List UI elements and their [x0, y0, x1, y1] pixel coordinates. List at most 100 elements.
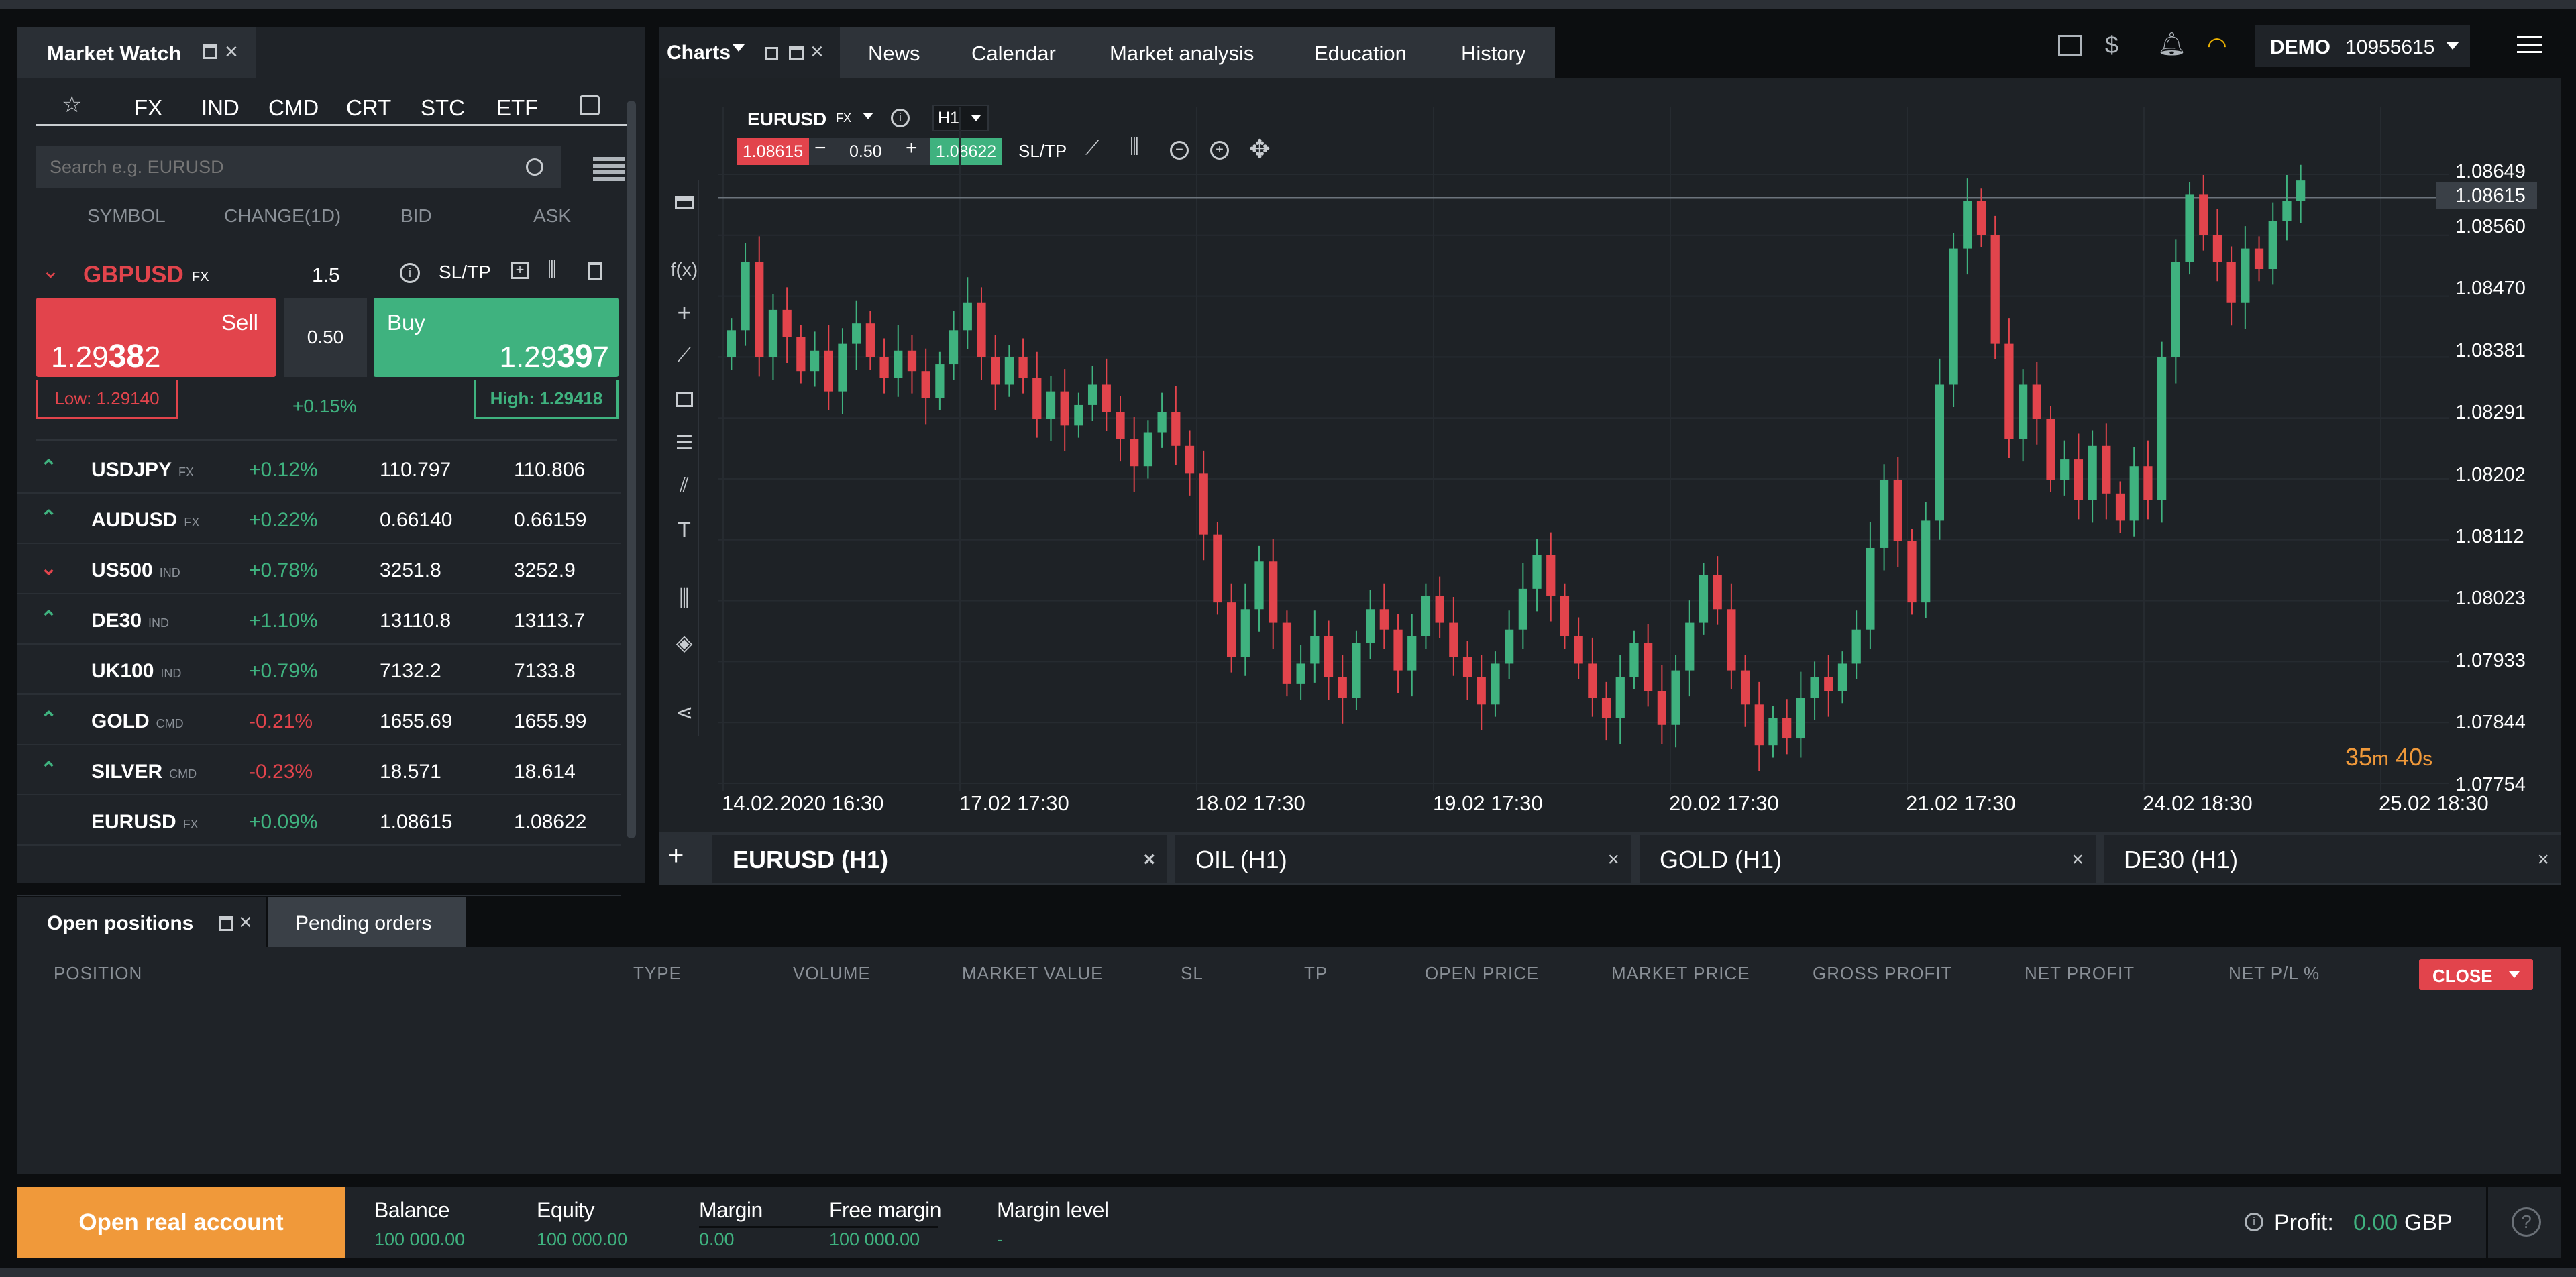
tab-market-analysis[interactable]: Market analysis — [1110, 27, 1254, 78]
chart-tab-eurusd[interactable]: EURUSD (H1) × — [712, 835, 1167, 883]
rectangle-icon[interactable] — [671, 386, 698, 413]
tab-fx[interactable]: FX — [134, 95, 162, 121]
crosshair-tool-icon[interactable]: + — [671, 298, 698, 326]
watchlist-row[interactable]: ⌄ US500 IND +0.78% 3251.8 3252.9 — [17, 545, 621, 594]
close-icon[interactable]: × — [239, 909, 252, 936]
close-all-button[interactable]: CLOSE — [2419, 959, 2533, 990]
close-icon[interactable]: × — [2537, 848, 2549, 871]
row-ask[interactable]: 110.806 — [514, 459, 585, 482]
charts-title[interactable]: Charts — [667, 42, 731, 64]
watchlist-row[interactable]: EURUSD FX +0.09% 1.08615 1.08622 — [17, 796, 621, 846]
tab-ind[interactable]: IND — [201, 95, 239, 121]
row-bid[interactable]: 1655.69 — [380, 710, 452, 733]
watchlist-row[interactable]: ⌃ USDJPY FX +0.12% 110.797 110.806 — [17, 444, 621, 494]
watchlist-row[interactable]: ⌃ GOLD CMD -0.21% 1655.69 1655.99 — [17, 696, 621, 745]
trade-icon[interactable]: $ — [2105, 31, 2118, 59]
collapse-chevron-icon[interactable]: ⌄ — [42, 258, 60, 283]
watchlist-row[interactable]: ⌃ DE30 IND +1.10% 13110.8 13113.7 — [17, 595, 621, 645]
charts-dropdown-icon[interactable] — [733, 44, 745, 52]
volume-input[interactable]: 0.50 — [284, 298, 367, 377]
chevron-up-icon[interactable]: ⌃ — [40, 758, 57, 781]
pending-orders-label[interactable]: Pending orders — [295, 912, 431, 935]
add-chart-button[interactable]: + — [668, 841, 684, 871]
watchlist-row[interactable]: ⌃ AUDUSD FX +0.22% 0.66140 0.66159 — [17, 494, 621, 544]
help-icon[interactable]: ? — [2512, 1207, 2541, 1237]
add-chart-icon[interactable]: + — [511, 262, 529, 279]
row-bid[interactable]: 110.797 — [380, 459, 451, 482]
pitchfork-icon[interactable]: ⫽ — [671, 472, 698, 499]
open-real-account-button[interactable]: Open real account — [17, 1187, 345, 1258]
featured-sltp[interactable]: SL/TP — [439, 262, 491, 283]
chart-tab-gold[interactable]: GOLD (H1) × — [1640, 835, 2096, 883]
search-icon[interactable] — [526, 158, 543, 176]
tab-education[interactable]: Education — [1314, 27, 1407, 78]
row-ask[interactable]: 1.08622 — [514, 811, 586, 834]
candles-icon[interactable]: ⫼ — [547, 259, 557, 282]
tab-cmd[interactable]: CMD — [268, 95, 319, 121]
chevron-up-icon[interactable]: ⌃ — [40, 607, 57, 630]
sell-button[interactable]: Sell 1.29382 — [36, 298, 276, 377]
chart-tab-oil[interactable]: OIL (H1) × — [1175, 835, 1631, 883]
tab-history[interactable]: History — [1461, 27, 1525, 78]
inbox-icon[interactable] — [580, 95, 600, 115]
cursor-tool-icon[interactable] — [671, 189, 698, 216]
star-icon[interactable]: ☆ — [62, 91, 82, 118]
row-bid[interactable]: 0.66140 — [380, 509, 452, 532]
tab-news[interactable]: News — [868, 27, 920, 78]
menu-icon[interactable] — [2517, 36, 2542, 54]
chart-tab-de30[interactable]: DE30 (H1) × — [2104, 835, 2561, 883]
open-positions-label[interactable]: Open positions — [47, 912, 193, 935]
popout-icon[interactable] — [765, 47, 778, 60]
maximize-icon[interactable] — [219, 916, 233, 931]
close-icon[interactable]: × — [2072, 848, 2084, 871]
row-bid[interactable]: 13110.8 — [380, 610, 451, 632]
row-ask[interactable]: 13113.7 — [514, 610, 585, 632]
close-icon[interactable]: × — [1607, 848, 1619, 871]
fibonacci-icon[interactable]: ☰ — [671, 429, 698, 456]
search-input[interactable] — [36, 146, 561, 188]
tab-stc[interactable]: STC — [421, 95, 465, 121]
scrollbar[interactable] — [627, 101, 636, 838]
row-bid[interactable]: 3251.8 — [380, 559, 441, 582]
row-bid[interactable]: 18.571 — [380, 761, 441, 783]
maximize-icon[interactable] — [789, 46, 804, 60]
watchlist-row[interactable]: UK100 IND +0.79% 7132.2 7133.8 — [17, 645, 621, 695]
price-chart[interactable] — [718, 107, 2449, 791]
trendline-icon[interactable]: ⟋ — [671, 342, 698, 369]
close-icon[interactable]: × — [1143, 848, 1155, 871]
candles-tool-icon[interactable]: ⫼ — [671, 585, 698, 612]
candle-body — [1588, 663, 1597, 698]
info-icon[interactable]: i — [400, 263, 420, 283]
tab-etf[interactable]: ETF — [496, 95, 538, 121]
share-icon[interactable]: ⋖ — [671, 699, 698, 726]
text-tool-icon[interactable]: T — [671, 516, 698, 543]
account-dropdown-icon[interactable] — [2446, 42, 2459, 50]
row-bid[interactable]: 7132.2 — [380, 660, 441, 683]
function-icon[interactable]: f(x) — [671, 256, 698, 283]
popout-icon[interactable] — [203, 44, 217, 59]
bell-icon[interactable]: 🔔︎ — [2157, 31, 2186, 58]
tab-crt[interactable]: CRT — [346, 95, 391, 121]
trash-icon[interactable] — [588, 262, 602, 280]
row-ask[interactable]: 7133.8 — [514, 660, 576, 683]
chevron-up-icon[interactable]: ⌃ — [40, 506, 57, 530]
close-dropdown-icon[interactable] — [2509, 971, 2520, 978]
grid-view-icon[interactable] — [593, 157, 625, 181]
chevron-down-icon[interactable]: ⌄ — [40, 557, 57, 580]
chevron-up-icon[interactable]: ⌃ — [40, 456, 57, 480]
layout-icon[interactable] — [2058, 35, 2082, 56]
tab-calendar[interactable]: Calendar — [971, 27, 1056, 78]
layers-icon[interactable]: ◈ — [671, 629, 698, 656]
featured-symbol[interactable]: GBPUSD — [83, 262, 184, 288]
close-icon[interactable]: × — [810, 39, 824, 65]
chevron-up-icon[interactable]: ⌃ — [40, 708, 57, 731]
row-bid[interactable]: 1.08615 — [380, 811, 452, 834]
watchlist-row[interactable]: ⌃ SILVER CMD -0.23% 18.571 18.614 — [17, 746, 621, 795]
row-ask[interactable]: 1655.99 — [514, 710, 586, 733]
row-ask[interactable]: 0.66159 — [514, 509, 586, 532]
row-ask[interactable]: 3252.9 — [514, 559, 576, 582]
row-ask[interactable]: 18.614 — [514, 761, 576, 783]
buy-button[interactable]: Buy 1.29397 — [374, 298, 619, 377]
profit-info-icon[interactable]: i — [2245, 1213, 2263, 1231]
close-icon[interactable]: × — [225, 39, 238, 65]
